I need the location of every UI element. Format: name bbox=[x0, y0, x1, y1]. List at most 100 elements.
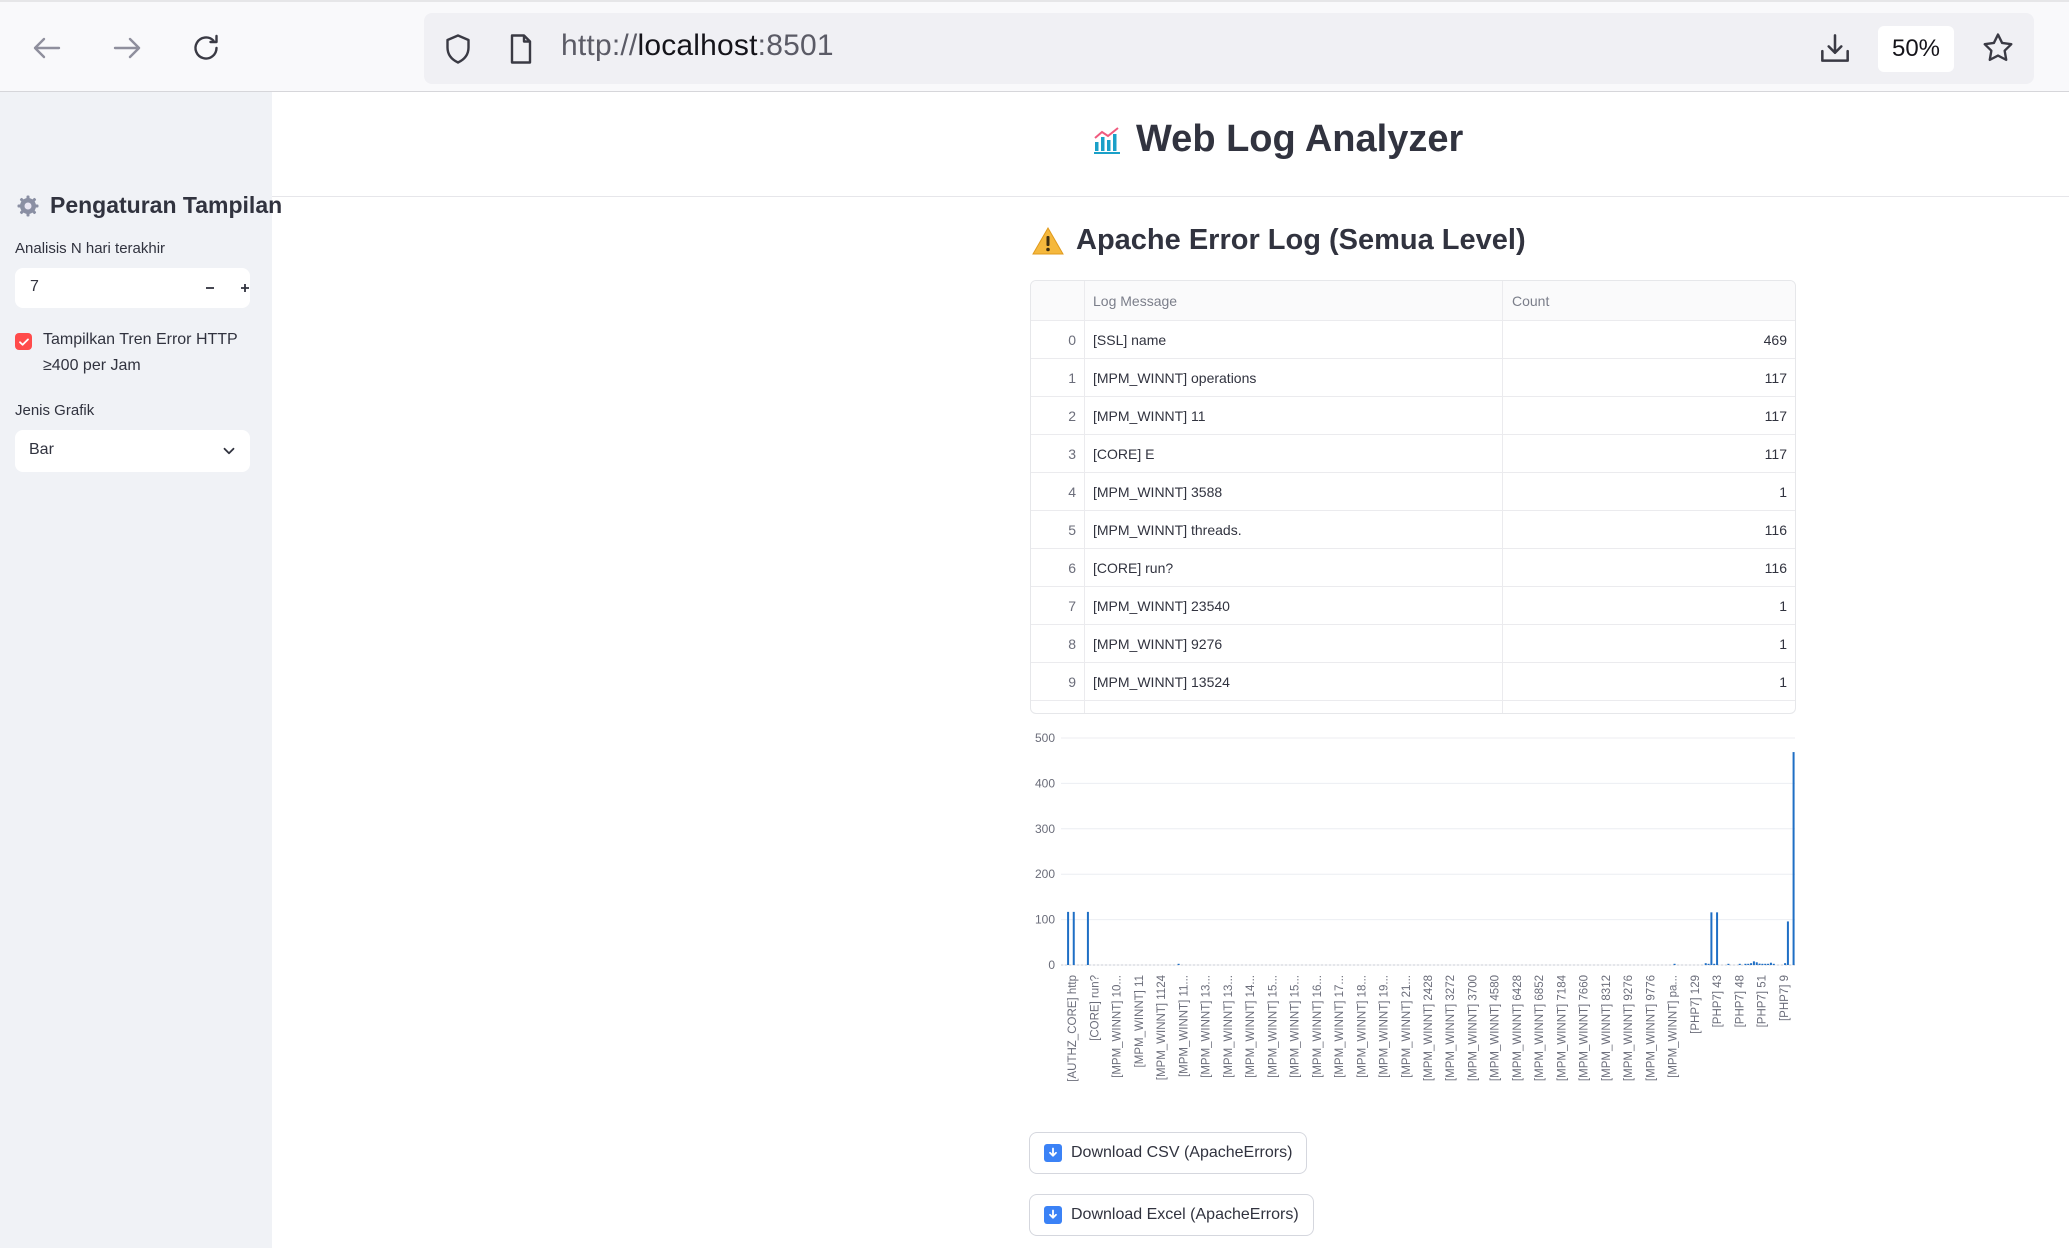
count-cell: 469 bbox=[1763, 331, 1787, 348]
download-icon[interactable] bbox=[1816, 29, 1854, 67]
x-tick-label: [MPM_WINNT] 14... bbox=[1245, 975, 1257, 1078]
bar bbox=[1727, 963, 1730, 965]
count-cell: 117 bbox=[1764, 369, 1787, 386]
table-row[interactable]: 2 [MPM_WINNT] 11 117 bbox=[1031, 397, 1795, 435]
http-error-trend-checkbox[interactable] bbox=[15, 333, 32, 350]
zoom-level-badge[interactable]: 50% bbox=[1878, 26, 1954, 72]
decrement-button[interactable] bbox=[193, 268, 227, 308]
http-error-trend-checkbox-label[interactable]: Tampilkan Tren Error HTTP ≥400 per Jam bbox=[43, 327, 258, 379]
x-tick-label: [MPM_WINNT] 21... bbox=[1401, 975, 1413, 1078]
url-text[interactable]: http://localhost:8501 bbox=[561, 29, 834, 63]
bar bbox=[1764, 963, 1767, 965]
bar bbox=[1177, 963, 1180, 965]
bar bbox=[1673, 963, 1676, 965]
table-row[interactable]: 7 [MPM_WINNT] 23540 1 bbox=[1031, 587, 1795, 625]
reload-button[interactable] bbox=[184, 26, 228, 70]
bar bbox=[1750, 963, 1753, 965]
bar bbox=[1710, 912, 1713, 965]
url-port: :8501 bbox=[757, 29, 834, 62]
x-tick-label: [MPM_WINNT] 1124 bbox=[1156, 974, 1168, 1080]
download-excel-label: Download Excel (ApacheErrors) bbox=[1071, 1206, 1299, 1223]
row-index: 2 bbox=[1031, 397, 1085, 434]
table-row[interactable]: 0 [SSL] name 469 bbox=[1031, 321, 1795, 359]
forward-button[interactable] bbox=[105, 26, 149, 70]
empty-cell bbox=[1085, 701, 1503, 713]
section-title-text: Apache Error Log (Semua Level) bbox=[1076, 224, 1526, 256]
log-message-cell: [SSL] name bbox=[1085, 321, 1503, 358]
download-csv-button[interactable]: Download CSV (ApacheErrors) bbox=[1029, 1132, 1308, 1174]
row-index: 4 bbox=[1031, 473, 1085, 510]
y-tick-label: 300 bbox=[1035, 822, 1055, 836]
increment-button[interactable] bbox=[228, 268, 262, 308]
url-scheme: http:// bbox=[561, 29, 638, 62]
days-number-input[interactable]: 7 bbox=[15, 268, 250, 308]
x-tick-label: [MPM_WINNT] 8312 bbox=[1601, 975, 1613, 1081]
y-tick-label: 200 bbox=[1035, 867, 1055, 881]
x-tick-label: [MPM_WINNT] 11... bbox=[1178, 975, 1190, 1077]
log-message-cell: [MPM_WINNT] operations bbox=[1085, 359, 1503, 396]
column-header-log-message[interactable]: Log Message bbox=[1085, 281, 1503, 320]
table-row[interactable]: 9 [MPM_WINNT] 13524 1 bbox=[1031, 663, 1795, 701]
x-tick-label: [MPM_WINNT] 10... bbox=[1112, 975, 1124, 1078]
log-message-cell: [MPM_WINNT] 9276 bbox=[1085, 625, 1503, 662]
minus-icon bbox=[206, 287, 214, 289]
table-row[interactable]: 4 [MPM_WINNT] 3588 1 bbox=[1031, 473, 1795, 511]
x-tick-label: [MPM_WINNT] pa... bbox=[1668, 975, 1680, 1078]
download-excel-button[interactable]: Download Excel (ApacheErrors) bbox=[1029, 1194, 1314, 1236]
table-row[interactable]: 3 [CORE] E 117 bbox=[1031, 435, 1795, 473]
app-title-text: Web Log Analyzer bbox=[1136, 118, 1464, 160]
bar bbox=[1772, 963, 1775, 965]
x-tick-label: [MPM_WINNT] 3272 bbox=[1445, 975, 1457, 1081]
x-tick-label: [PHP7] 48 bbox=[1734, 975, 1746, 1027]
star-icon[interactable] bbox=[1979, 29, 2017, 67]
x-tick-label: [MPM_WINNT] 17... bbox=[1334, 975, 1346, 1078]
count-cell: 1 bbox=[1779, 597, 1787, 614]
x-tick-label: [MPM_WINNT] 13... bbox=[1223, 975, 1235, 1078]
bar bbox=[1758, 963, 1761, 965]
x-tick-label: [AUTHZ_CORE] http bbox=[1067, 975, 1079, 1082]
apache-error-table[interactable]: Log Message Count 0 [SSL] name 469 1 [MPM_WI… bbox=[1030, 280, 1796, 714]
days-label: Analisis N hari terakhir bbox=[15, 240, 166, 257]
page-icon[interactable] bbox=[503, 31, 539, 67]
table-row[interactable]: 8 [MPM_WINNT] 9276 1 bbox=[1031, 625, 1795, 663]
count-cell: 117 bbox=[1764, 407, 1787, 424]
y-tick-label: 400 bbox=[1035, 776, 1055, 790]
x-tick-label: [MPM_WINNT] 4580 bbox=[1490, 975, 1502, 1081]
log-message-cell: [MPM_WINNT] 3588 bbox=[1085, 473, 1503, 510]
shield-icon[interactable] bbox=[440, 31, 476, 67]
x-tick-label: [CORE] run? bbox=[1089, 975, 1101, 1041]
row-index: 5 bbox=[1031, 511, 1085, 548]
warning-icon bbox=[1032, 226, 1064, 254]
days-value[interactable]: 7 bbox=[30, 278, 39, 296]
table-row-partial bbox=[1031, 701, 1795, 713]
x-tick-label: [MPM_WINNT] 9276 bbox=[1623, 975, 1635, 1081]
bar bbox=[1761, 963, 1764, 965]
chart-type-label: Jenis Grafik bbox=[15, 402, 95, 419]
bar bbox=[1067, 911, 1070, 965]
bar bbox=[1747, 963, 1750, 965]
reload-icon bbox=[194, 34, 218, 60]
bar bbox=[1755, 962, 1758, 965]
table-header-row: Log Message Count bbox=[1031, 281, 1795, 321]
arrow-right-icon bbox=[113, 37, 141, 59]
x-tick-label: [MPM_WINNT] 15... bbox=[1290, 975, 1302, 1078]
table-row[interactable]: 5 [MPM_WINNT] threads. 116 bbox=[1031, 511, 1795, 549]
bar bbox=[1707, 963, 1710, 965]
download-arrow-icon bbox=[1044, 1144, 1062, 1162]
y-tick-label: 500 bbox=[1035, 731, 1055, 745]
bar bbox=[1784, 963, 1787, 965]
chart-type-select[interactable]: Bar bbox=[15, 430, 250, 472]
bar bbox=[1786, 921, 1789, 965]
checkmark-icon bbox=[18, 338, 29, 346]
column-header-count[interactable]: Count bbox=[1503, 281, 1795, 320]
url-bar[interactable]: http://localhost:8501 50% bbox=[424, 13, 2034, 84]
x-tick-label: [PHP7] 43 bbox=[1712, 975, 1724, 1027]
back-button[interactable] bbox=[25, 26, 69, 70]
log-message-cell: [MPM_WINNT] threads. bbox=[1085, 511, 1503, 548]
table-row[interactable]: 6 [CORE] run? 116 bbox=[1031, 549, 1795, 587]
count-cell: 116 bbox=[1764, 559, 1787, 576]
x-tick-label: [PHP7] 9 bbox=[1779, 975, 1791, 1021]
app-title: Web Log Analyzer bbox=[1092, 118, 1463, 161]
table-row[interactable]: 1 [MPM_WINNT] operations 117 bbox=[1031, 359, 1795, 397]
chart-svg: 0 100 200 300 400 500 [AUTHZ_CORE] http [CORE] … bbox=[1035, 731, 1795, 1082]
